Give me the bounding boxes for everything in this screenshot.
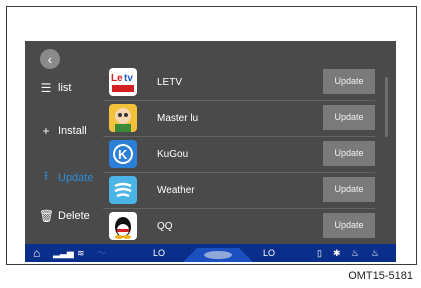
master-lu-app-icon (109, 104, 137, 132)
sidebar-item-delete[interactable]: 🗑 Delete (39, 209, 90, 223)
defrost-icon[interactable]: ≋ (77, 244, 85, 262)
fan-icon[interactable]: 〜 (97, 244, 106, 262)
seat-heat-right-icon[interactable]: ♨ (371, 244, 379, 262)
scrollbar[interactable] (385, 77, 388, 137)
sidebar: ☰ list + Install ⭱ Update 🗑 Delete (25, 71, 97, 241)
kugou-app-icon: K (109, 140, 137, 168)
list-item: Master lu Update (103, 101, 375, 137)
temp-right[interactable]: LO (263, 244, 275, 262)
sidebar-item-label: list (58, 82, 72, 94)
list-item: Weather Update (103, 173, 375, 209)
app-name: Weather (157, 185, 195, 196)
sidebar-item-label: Update (58, 171, 94, 184)
qq-app-icon (109, 212, 137, 240)
app-name: Master lu (157, 113, 199, 124)
sidebar-item-label: Delete (58, 210, 90, 222)
center-control (183, 248, 253, 262)
svg-text:K: K (118, 147, 128, 162)
figure-caption: OMT15-5181 (348, 270, 413, 282)
seat-heat-left-icon[interactable]: ♨ (351, 244, 359, 262)
svg-text:Le: Le (111, 73, 123, 84)
letv-app-icon: Le tv (109, 68, 137, 96)
back-arrow-icon[interactable]: ‹ (40, 49, 60, 69)
weather-app-icon (109, 176, 137, 204)
climate-status-bar: ⌂ ▂▃▅ ≋ 〜 LO LO ▯ ✱ ♨ ♨ (25, 244, 396, 262)
update-button[interactable]: Update (323, 213, 375, 238)
list-item: Le tv LETV Update (103, 65, 375, 101)
plus-icon: + (42, 124, 50, 138)
list-icon: ☰ (40, 81, 52, 95)
app-name: LETV (157, 77, 183, 88)
upload-icon: ⭱ (43, 169, 49, 183)
list-item: K KuGou Update (103, 137, 375, 173)
update-button[interactable]: Update (323, 177, 375, 202)
sidebar-item-install[interactable]: + Install (39, 124, 87, 138)
head-unit-screen: ‹ ☰ list + Install ⭱ Update 🗑 Delete Le t… (25, 41, 396, 262)
trash-icon: 🗑 (39, 209, 55, 223)
svg-text:tv: tv (124, 73, 133, 84)
signal-icon: ▂▃▅ (53, 248, 74, 258)
temp-left[interactable]: LO (153, 244, 165, 262)
update-button[interactable]: Update (323, 141, 375, 166)
update-button[interactable]: Update (323, 105, 375, 130)
app-name: QQ (157, 221, 173, 232)
bluetooth-icon[interactable]: ✱ (333, 244, 341, 262)
home-icon[interactable]: ⌂ (33, 244, 40, 262)
list-item: QQ Update (103, 209, 375, 245)
sidebar-item-label: Install (58, 125, 87, 137)
sidebar-item-update[interactable]: ⭱ Update (39, 167, 94, 188)
update-button[interactable]: Update (323, 69, 375, 94)
sidebar-item-list[interactable]: ☰ list (39, 81, 72, 95)
app-name: KuGou (157, 149, 189, 160)
phone-icon[interactable]: ▯ (317, 244, 322, 262)
